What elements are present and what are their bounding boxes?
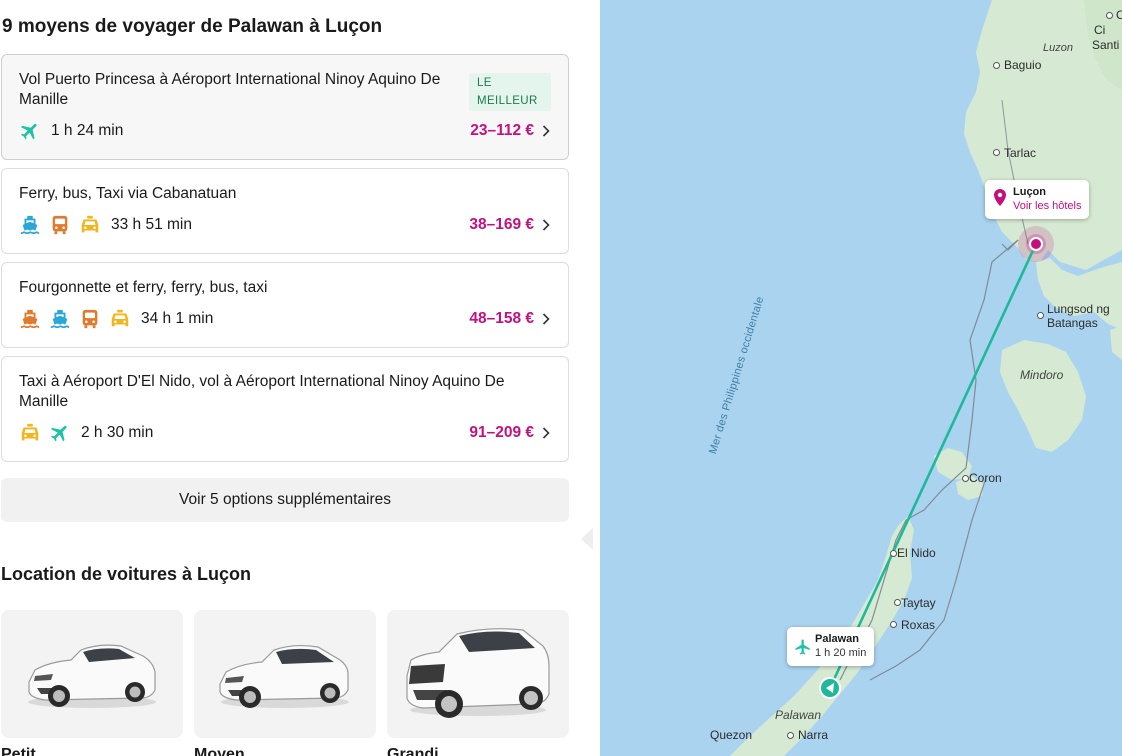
town-dot — [894, 599, 901, 606]
town-dot — [787, 732, 794, 739]
town-dot — [890, 550, 897, 557]
town-dot — [962, 475, 969, 482]
car-image — [28, 644, 156, 708]
mode-icons: 33 h 51 min — [19, 214, 192, 236]
origin-popup[interactable]: Palawan 1 h 20 min — [787, 627, 875, 666]
chevron-right-icon — [542, 313, 550, 325]
chevron-right-icon — [542, 125, 550, 137]
car-label-suv: Grandi — [387, 746, 439, 756]
car-card-small[interactable] — [1, 610, 183, 738]
route-title: Taxi à Aéroport D'El Nido, vol à Aéropor… — [19, 373, 505, 410]
route-price: 23–112 € — [470, 122, 550, 140]
taxi-icon — [21, 423, 39, 441]
route-duration: 1 h 24 min — [51, 122, 124, 139]
route-duration: 33 h 51 min — [111, 216, 192, 233]
route-card-van-ferry[interactable]: Fourgonnette et ferry, ferry, bus, taxi … — [1, 262, 569, 348]
results-panel: 9 moyens de voyager de Palawan à Luçon V… — [0, 0, 593, 756]
route-title: Vol Puerto Princesa à Aéroport Internati… — [19, 71, 441, 108]
price-text: 38–169 € — [469, 216, 534, 233]
car-card-medium[interactable] — [194, 610, 376, 738]
best-badge: LE MEILLEUR — [469, 73, 551, 111]
price-text: 23–112 € — [470, 122, 534, 139]
taxi-icon — [81, 215, 99, 233]
place-label-quezon: Quezon — [710, 728, 753, 742]
destination-name: Luçon — [1013, 186, 1046, 198]
place-label-narra: Narra — [798, 728, 829, 742]
place-label-palawan: Palawan — [775, 708, 822, 722]
route-title: Fourgonnette et ferry, ferry, bus, taxi — [19, 279, 268, 296]
flight-duration: 1 h 20 min — [815, 647, 867, 659]
plane-icon — [50, 425, 67, 442]
mode-icons: 2 h 30 min — [19, 422, 153, 444]
place-label-santi: Santi — [1092, 38, 1120, 52]
page-title: 9 moyens de voyager de Palawan à Luçon — [2, 16, 383, 37]
location-pin-icon — [994, 189, 1006, 206]
place-label-mindoro: Mindoro — [1020, 368, 1064, 382]
place-label-roxas: Roxas — [901, 618, 936, 632]
panel-notch — [581, 528, 593, 550]
price-text: 48–158 € — [469, 310, 534, 327]
plane-icon — [795, 639, 810, 655]
mode-icons: 1 h 24 min — [19, 120, 123, 142]
place-label-lungsod: Lungsod ng — [1047, 302, 1110, 316]
route-card-taxi-flight[interactable]: Taxi à Aéroport D'El Nido, vol à Aéropor… — [1, 356, 569, 462]
place-label-coron: Coron — [969, 471, 1002, 485]
bus-icon — [82, 309, 98, 329]
van-icon — [20, 309, 40, 329]
route-duration: 2 h 30 min — [81, 424, 154, 441]
place-label-elnido: El Nido — [897, 546, 936, 560]
town-dot — [1106, 12, 1113, 19]
plane-icon — [20, 123, 37, 140]
car-card-suv[interactable] — [387, 610, 569, 738]
route-price: 91–209 € — [469, 424, 550, 442]
car-rental-heading: Location de voitures à Luçon — [1, 564, 252, 584]
ferry-icon — [50, 309, 70, 329]
mode-icons: 34 h 1 min — [19, 308, 213, 330]
route-card-flight[interactable]: Vol Puerto Princesa à Aéroport Internati… — [1, 54, 569, 160]
price-text: 91–209 € — [469, 424, 534, 441]
taxi-icon — [111, 309, 129, 327]
route-price: 38–169 € — [469, 216, 550, 234]
place-label-luzon: Luzon — [1043, 42, 1073, 54]
route-duration: 34 h 1 min — [141, 310, 214, 327]
chevron-right-icon — [542, 219, 550, 231]
origin-name: Palawan — [815, 633, 860, 645]
place-label-baguio: Baguio — [1004, 58, 1042, 72]
place-label-tarlac: Tarlac — [1004, 146, 1037, 160]
more-options-button[interactable]: Voir 5 options supplémentaires — [1, 478, 569, 522]
chevron-right-icon — [542, 427, 550, 439]
destination-popup[interactable]: Luçon Voir les hôtels — [985, 180, 1090, 219]
car-label-small: Petit — [1, 746, 36, 756]
place-label-ca: Ca — [1116, 8, 1122, 22]
car-image — [219, 644, 349, 708]
car-image — [406, 628, 550, 718]
place-label-taytay: Taytay — [901, 596, 936, 610]
town-dot — [993, 62, 1000, 69]
route-title: Ferry, bus, Taxi via Cabanatuan — [19, 185, 237, 202]
see-hotels-link[interactable]: Voir les hôtels — [1013, 199, 1081, 214]
place-label-ci: Ci — [1094, 23, 1106, 37]
route-price: 48–158 € — [469, 310, 550, 328]
route-map[interactable]: Baguio Luzon Tarlac Lungsod ng Batangas … — [600, 0, 1122, 756]
ferry-icon — [20, 215, 40, 235]
car-label-medium: Moyen — [194, 746, 245, 756]
place-label-batangas: Batangas — [1047, 316, 1098, 330]
town-dot — [993, 149, 1000, 156]
bus-icon — [52, 215, 68, 235]
town-dot — [890, 621, 897, 628]
route-card-ferry-bus-taxi[interactable]: Ferry, bus, Taxi via Cabanatuan 33 h 51 … — [1, 168, 569, 254]
town-dot — [1037, 312, 1044, 319]
